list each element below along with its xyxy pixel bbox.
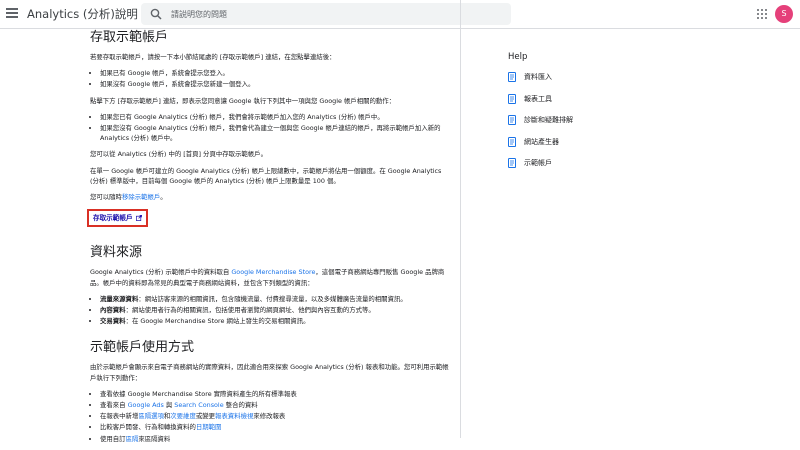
text: 來區隔資料	[138, 434, 171, 443]
help-item-report-tools[interactable]: 報表工具	[508, 93, 708, 105]
list-item: 內容資料：網站使用者行為的相關資訊，包括使用者瀏覽的網頁網址、他們與內容互動的方…	[100, 305, 450, 315]
text: 來修改報表	[253, 412, 286, 421]
bullet-list: 查看依據 Google Merchandise Store 實際資料產生的所有標…	[90, 389, 450, 444]
help-item-label: 報表工具	[524, 94, 552, 103]
secondary-dimensions-link[interactable]: 次要維度	[170, 412, 196, 420]
document-icon	[508, 72, 516, 82]
text: 使用自訂	[100, 434, 126, 443]
text: 與	[163, 401, 175, 410]
help-item-data-import[interactable]: 資料匯入	[508, 71, 708, 83]
text: ：在 Google Merchandise Store 網站上發生的交易相關資訊…	[125, 317, 310, 326]
help-title: Help	[508, 52, 528, 62]
bold-term: 交易資料	[100, 317, 126, 326]
bold-term: 流量來源資料	[100, 294, 139, 303]
article-content: 存取示範帳戶 若要存取示範帳戶，請按一下本小節結尾處的 [存取示範帳戶] 連結，…	[87, 30, 450, 450]
section-title-usage: 示範帳戶使用方式	[90, 340, 195, 356]
paragraph: 由於示範帳戶會顯示來自電子商務網站的實際資料，因此適合用來探索 Google A…	[90, 363, 449, 382]
text: 查看來自	[100, 401, 128, 410]
access-demo-account-highlight: 存取示範帳戶	[87, 209, 148, 228]
merchandise-store-link[interactable]: Google Merchandise Store	[231, 268, 315, 276]
access-demo-account-link[interactable]: 存取示範帳戶	[93, 214, 142, 222]
article-column: 存取示範帳戶 若要存取示範帳戶，請按一下本小節結尾處的 [存取示範帳戶] 連結，…	[60, 0, 461, 443]
paragraph: 您可以從 Analytics (分析) 中的 [首頁] 分頁中存取示範帳戶。	[90, 150, 267, 159]
account-avatar[interactable]: S	[775, 5, 793, 23]
document-icon	[508, 93, 516, 104]
text: 或變更	[195, 412, 216, 421]
list-item: 查看來自 Google Ads 與 Search Console 整合的資料	[100, 400, 450, 410]
help-item-url-builder[interactable]: 網站產生器	[508, 136, 708, 148]
bold-term: 內容資料	[100, 306, 126, 315]
list-item: 交易資料：在 Google Merchandise Store 網站上發生的交易…	[100, 316, 450, 326]
apps-grid-icon[interactable]	[757, 9, 767, 19]
text: 。	[160, 193, 167, 202]
text: ：網站訪客來源的相關資訊，包含隨機流量、付費搜尋流量，以及多媒體廣告流量的相關資…	[138, 294, 407, 303]
hamburger-menu-icon[interactable]	[6, 8, 18, 18]
bullet-list: 流量來源資料：網站訪客來源的相關資訊，包含隨機流量、付費搜尋流量，以及多媒體廣告…	[90, 294, 450, 327]
list-item: 使用自訂區隔來區隔資料	[100, 434, 450, 444]
paragraph: 您可以隨時移除示範帳戶。	[90, 192, 450, 202]
document-icon	[508, 158, 516, 168]
paragraph: 若要存取示範帳戶，請按一下本小節結尾處的 [存取示範帳戶] 連結，在您點擊連結後…	[90, 53, 336, 61]
report-view-link[interactable]: 報表資料檢視	[215, 412, 253, 420]
section-title-data-sources: 資料來源	[90, 245, 143, 261]
remove-demo-account-link[interactable]: 移除示範帳戶	[122, 193, 160, 201]
link-label: 存取示範帳戶	[93, 214, 133, 223]
list-item: 如果您沒有 Google Analytics (分析) 帳戶，我們會代為建立一個…	[100, 123, 450, 143]
external-link-icon	[135, 215, 142, 222]
list-item: 流量來源資料：網站訪客來源的相關資訊，包含隨機流量、付費搜尋流量，以及多媒體廣告…	[100, 294, 450, 304]
date-range-link[interactable]: 日期範圍	[196, 423, 222, 431]
help-item-label: 資料匯入	[524, 73, 552, 81]
document-icon	[508, 136, 516, 147]
help-item-demo-account[interactable]: 示範帳戶	[508, 157, 708, 169]
paragraph: Google Analytics (分析) 示範帳戶中的資料取自 Google …	[90, 267, 450, 287]
bullet-list: 如果已有 Google 帳戶，系統會提示您登入。 如果沒有 Google 帳戶，…	[90, 68, 450, 89]
paragraph: 在單一 Google 帳戶可建立的 Google Analytics (分析) …	[90, 166, 442, 185]
list-item: 比較客戶開發、行為和轉換資料的日期範圍	[100, 422, 450, 432]
help-item-label: 示範帳戶	[524, 159, 552, 167]
text: ：網站使用者行為的相關資訊，包括使用者瀏覽的網頁網址、他們與內容互動的方式等。	[125, 306, 375, 315]
help-item-label: 網站產生器	[524, 137, 559, 146]
segment-link[interactable]: 區隔	[126, 435, 139, 443]
text: 您可以隨時	[90, 193, 122, 202]
document-icon	[508, 115, 516, 125]
text: 比較客戶開發、行為和轉換資料的	[100, 423, 196, 432]
help-item-label: 診斷和疑難排解	[524, 116, 573, 124]
list-item: 在報表中新增區隔選項和次要維度或變更報表資料檢視來修改報表	[100, 411, 450, 421]
search-console-link[interactable]: Search Console	[174, 401, 223, 409]
segments-link[interactable]: 區隔選項	[138, 412, 164, 420]
text: Google Analytics (分析) 示範帳戶中的資料取自	[90, 268, 232, 277]
text: 整合的資料	[223, 401, 258, 410]
google-ads-link[interactable]: Google Ads	[128, 401, 164, 409]
paragraph: 點擊下方 [存取示範帳戶] 連結，即表示您同意讓 Google 執行下列其中一項…	[90, 96, 396, 105]
list-item: 查看依據 Google Merchandise Store 實際資料產生的所有標…	[100, 389, 450, 399]
section-title-demo-access: 存取示範帳戶	[90, 30, 169, 45]
text: 在報表中新增	[100, 412, 139, 421]
list-item: 如果您已有 Google Analytics (分析) 帳戶，我們會將示範帳戶加…	[100, 112, 450, 122]
help-item-troubleshooting[interactable]: 診斷和疑難排解	[508, 114, 708, 126]
list-item: 如果沒有 Google 帳戶，系統會提示您新建一個登入。	[100, 79, 450, 89]
bullet-list: 如果您已有 Google Analytics (分析) 帳戶，我們會將示範帳戶加…	[90, 112, 450, 144]
help-panel: Help 資料匯入 報表工具 診斷和疑難排解 網站產生器 示範帳戶	[508, 52, 708, 179]
list-item: 如果已有 Google 帳戶，系統會提示您登入。	[100, 68, 450, 78]
